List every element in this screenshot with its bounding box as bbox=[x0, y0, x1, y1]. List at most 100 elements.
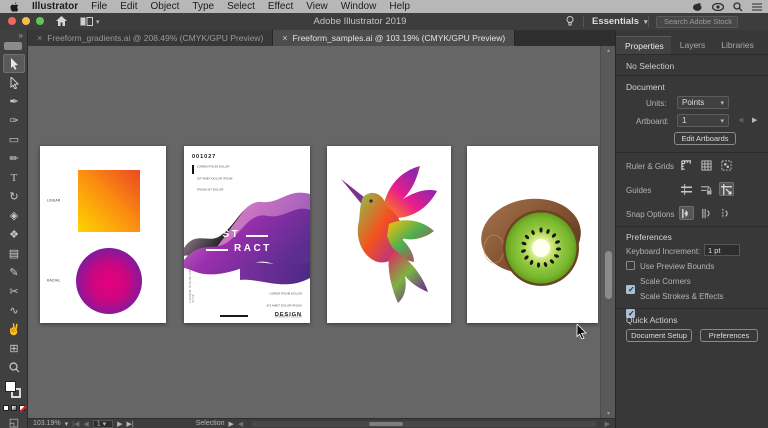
zoom-tool[interactable] bbox=[3, 358, 25, 377]
menu-select[interactable]: Select bbox=[227, 0, 255, 13]
prev-artboard-button[interactable]: ◀ bbox=[738, 116, 743, 124]
kiwi-graphic[interactable] bbox=[467, 146, 598, 323]
radial-gradient-circle[interactable] bbox=[76, 248, 142, 314]
artboard-hummingbird[interactable] bbox=[327, 146, 451, 323]
notification-center-icon[interactable] bbox=[752, 2, 762, 11]
menu-edit[interactable]: Edit bbox=[120, 0, 137, 13]
apple-logo-icon[interactable] bbox=[10, 1, 19, 12]
units-select[interactable]: Points ▾ bbox=[677, 96, 729, 109]
menu-window[interactable]: Window bbox=[341, 0, 377, 13]
width-tool[interactable]: ∿ bbox=[3, 301, 25, 320]
zoom-window-button[interactable] bbox=[36, 17, 44, 25]
menu-effect[interactable]: Effect bbox=[268, 0, 293, 13]
close-window-button[interactable] bbox=[8, 17, 16, 25]
keyboard-increment-input[interactable]: 1 pt bbox=[704, 244, 740, 256]
edit-artboards-button[interactable]: Edit Artboards bbox=[674, 132, 736, 145]
menu-object[interactable]: Object bbox=[150, 0, 179, 13]
tab-freeform-gradients[interactable]: × Freeform_gradients.ai @ 208.49% (CMYK/… bbox=[28, 30, 274, 46]
type-tool[interactable]: T bbox=[3, 168, 25, 187]
tab-properties[interactable]: Properties bbox=[616, 36, 671, 54]
arrange-documents-control[interactable]: ▾ bbox=[80, 17, 100, 26]
gradient-button[interactable] bbox=[11, 405, 17, 411]
hand-tool[interactable]: ✌ bbox=[3, 320, 25, 339]
hummingbird-graphic[interactable] bbox=[327, 146, 451, 323]
lock-guides-button[interactable] bbox=[699, 182, 714, 196]
status-eye-icon[interactable] bbox=[712, 2, 724, 11]
close-tab-icon[interactable]: × bbox=[37, 33, 42, 43]
ruler-toggle-button[interactable] bbox=[679, 158, 694, 172]
menu-view[interactable]: View bbox=[306, 0, 328, 13]
fill-stroke-swatches[interactable] bbox=[3, 380, 25, 400]
gradient-tool[interactable]: ▤ bbox=[3, 244, 25, 263]
pen-tool[interactable]: ✒ bbox=[3, 92, 25, 111]
last-artboard-icon[interactable]: ▶| bbox=[127, 420, 134, 428]
zoom-dropdown-icon[interactable]: ▾ bbox=[65, 420, 69, 428]
show-guides-button[interactable] bbox=[679, 182, 694, 196]
artboard-tool[interactable]: ⊞ bbox=[3, 339, 25, 358]
menu-help[interactable]: Help bbox=[389, 0, 410, 13]
adobe-stock-search[interactable] bbox=[656, 15, 738, 28]
eyedropper-tool[interactable]: ✎ bbox=[3, 263, 25, 282]
snap-to-grid-button[interactable] bbox=[699, 206, 714, 220]
scroll-down-icon[interactable]: ▾ bbox=[601, 410, 616, 417]
minimize-window-button[interactable] bbox=[22, 17, 30, 25]
hscroll-left-icon[interactable]: ◀ bbox=[238, 420, 243, 428]
snap-to-point-button[interactable] bbox=[679, 206, 694, 220]
artboard-navigation-box[interactable]: 1 ▾ bbox=[92, 419, 114, 428]
tool-status[interactable]: Selection bbox=[196, 420, 225, 427]
scissors-tool[interactable]: ✂ bbox=[3, 282, 25, 301]
direct-selection-tool[interactable] bbox=[3, 73, 25, 92]
tab-layers[interactable]: Layers bbox=[671, 36, 713, 54]
horizontal-scroll-thumb[interactable] bbox=[368, 421, 403, 426]
spotlight-search-icon[interactable] bbox=[733, 1, 743, 12]
toolbar-collapse-icon[interactable]: » bbox=[19, 31, 23, 40]
artboard-poster[interactable]: 001027 LOREM IPSUM DOLOR SIT AMET DOLOR … bbox=[184, 146, 310, 323]
rotate-tool[interactable]: ↻ bbox=[3, 187, 25, 206]
tab-libraries[interactable]: Libraries bbox=[712, 36, 761, 54]
document-setup-button[interactable]: Document Setup bbox=[626, 329, 692, 342]
status-app-icon[interactable] bbox=[692, 2, 703, 12]
make-guides-button[interactable] bbox=[719, 182, 734, 196]
selection-tool[interactable] bbox=[3, 54, 25, 73]
preferences-button[interactable]: Preferences bbox=[700, 329, 758, 342]
use-preview-bounds-checkbox[interactable] bbox=[626, 261, 635, 270]
home-icon[interactable] bbox=[56, 16, 67, 26]
scale-corners-checkbox[interactable] bbox=[626, 285, 635, 294]
tab-freeform-samples[interactable]: × Freeform_samples.ai @ 103.19% (CMYK/GP… bbox=[273, 30, 516, 46]
status-expand-icon[interactable]: ▶ bbox=[229, 420, 234, 428]
lightbulb-icon[interactable] bbox=[566, 16, 574, 27]
next-artboard-button[interactable]: ▶ bbox=[752, 116, 757, 124]
workspace-switcher[interactable]: Essentials ▾ bbox=[592, 16, 648, 27]
menu-illustrator[interactable]: Illustrator bbox=[32, 0, 78, 13]
menu-type[interactable]: Type bbox=[192, 0, 214, 13]
next-artboard-icon[interactable]: ▶ bbox=[117, 420, 122, 428]
grid-toggle-button[interactable] bbox=[699, 158, 714, 172]
transparency-grid-toggle-button[interactable] bbox=[719, 158, 734, 172]
artboard-select[interactable]: 1 ▾ bbox=[677, 114, 729, 127]
color-button[interactable] bbox=[3, 405, 9, 411]
paintbrush-tool[interactable]: ✏ bbox=[3, 149, 25, 168]
shape-builder-tool[interactable]: ❖ bbox=[3, 225, 25, 244]
prev-artboard-icon[interactable]: ◀ bbox=[83, 420, 88, 428]
linear-gradient-square[interactable] bbox=[78, 170, 140, 232]
artboard-gradients[interactable]: LINEAR RADIAL bbox=[40, 146, 166, 323]
none-button[interactable] bbox=[19, 405, 25, 411]
close-tab-icon[interactable]: × bbox=[282, 33, 287, 43]
horizontal-scrollbar[interactable] bbox=[251, 420, 597, 427]
search-input[interactable] bbox=[664, 17, 734, 26]
rectangle-tool[interactable]: ▭ bbox=[3, 130, 25, 149]
curvature-tool[interactable]: ✑ bbox=[3, 111, 25, 130]
snap-to-pixel-button[interactable] bbox=[719, 206, 734, 220]
canvas[interactable]: LINEAR RADIAL 001027 LOREM IPSUM DOLOR S… bbox=[28, 46, 600, 418]
menu-file[interactable]: File bbox=[91, 0, 107, 13]
scroll-up-icon[interactable]: ▴ bbox=[601, 47, 616, 54]
fill-swatch[interactable] bbox=[5, 381, 16, 392]
vertical-scrollbar[interactable]: ▴ ▾ bbox=[600, 46, 615, 418]
eraser-tool[interactable]: ◈ bbox=[3, 206, 25, 225]
toolbar-grip[interactable] bbox=[4, 42, 22, 50]
vertical-scroll-thumb[interactable] bbox=[605, 251, 612, 299]
zoom-level[interactable]: 103.19% bbox=[33, 420, 61, 427]
artboard-kiwi[interactable] bbox=[467, 146, 598, 323]
first-artboard-icon[interactable]: |◀ bbox=[72, 420, 79, 428]
hscroll-right-icon[interactable]: ▶ bbox=[605, 420, 610, 428]
